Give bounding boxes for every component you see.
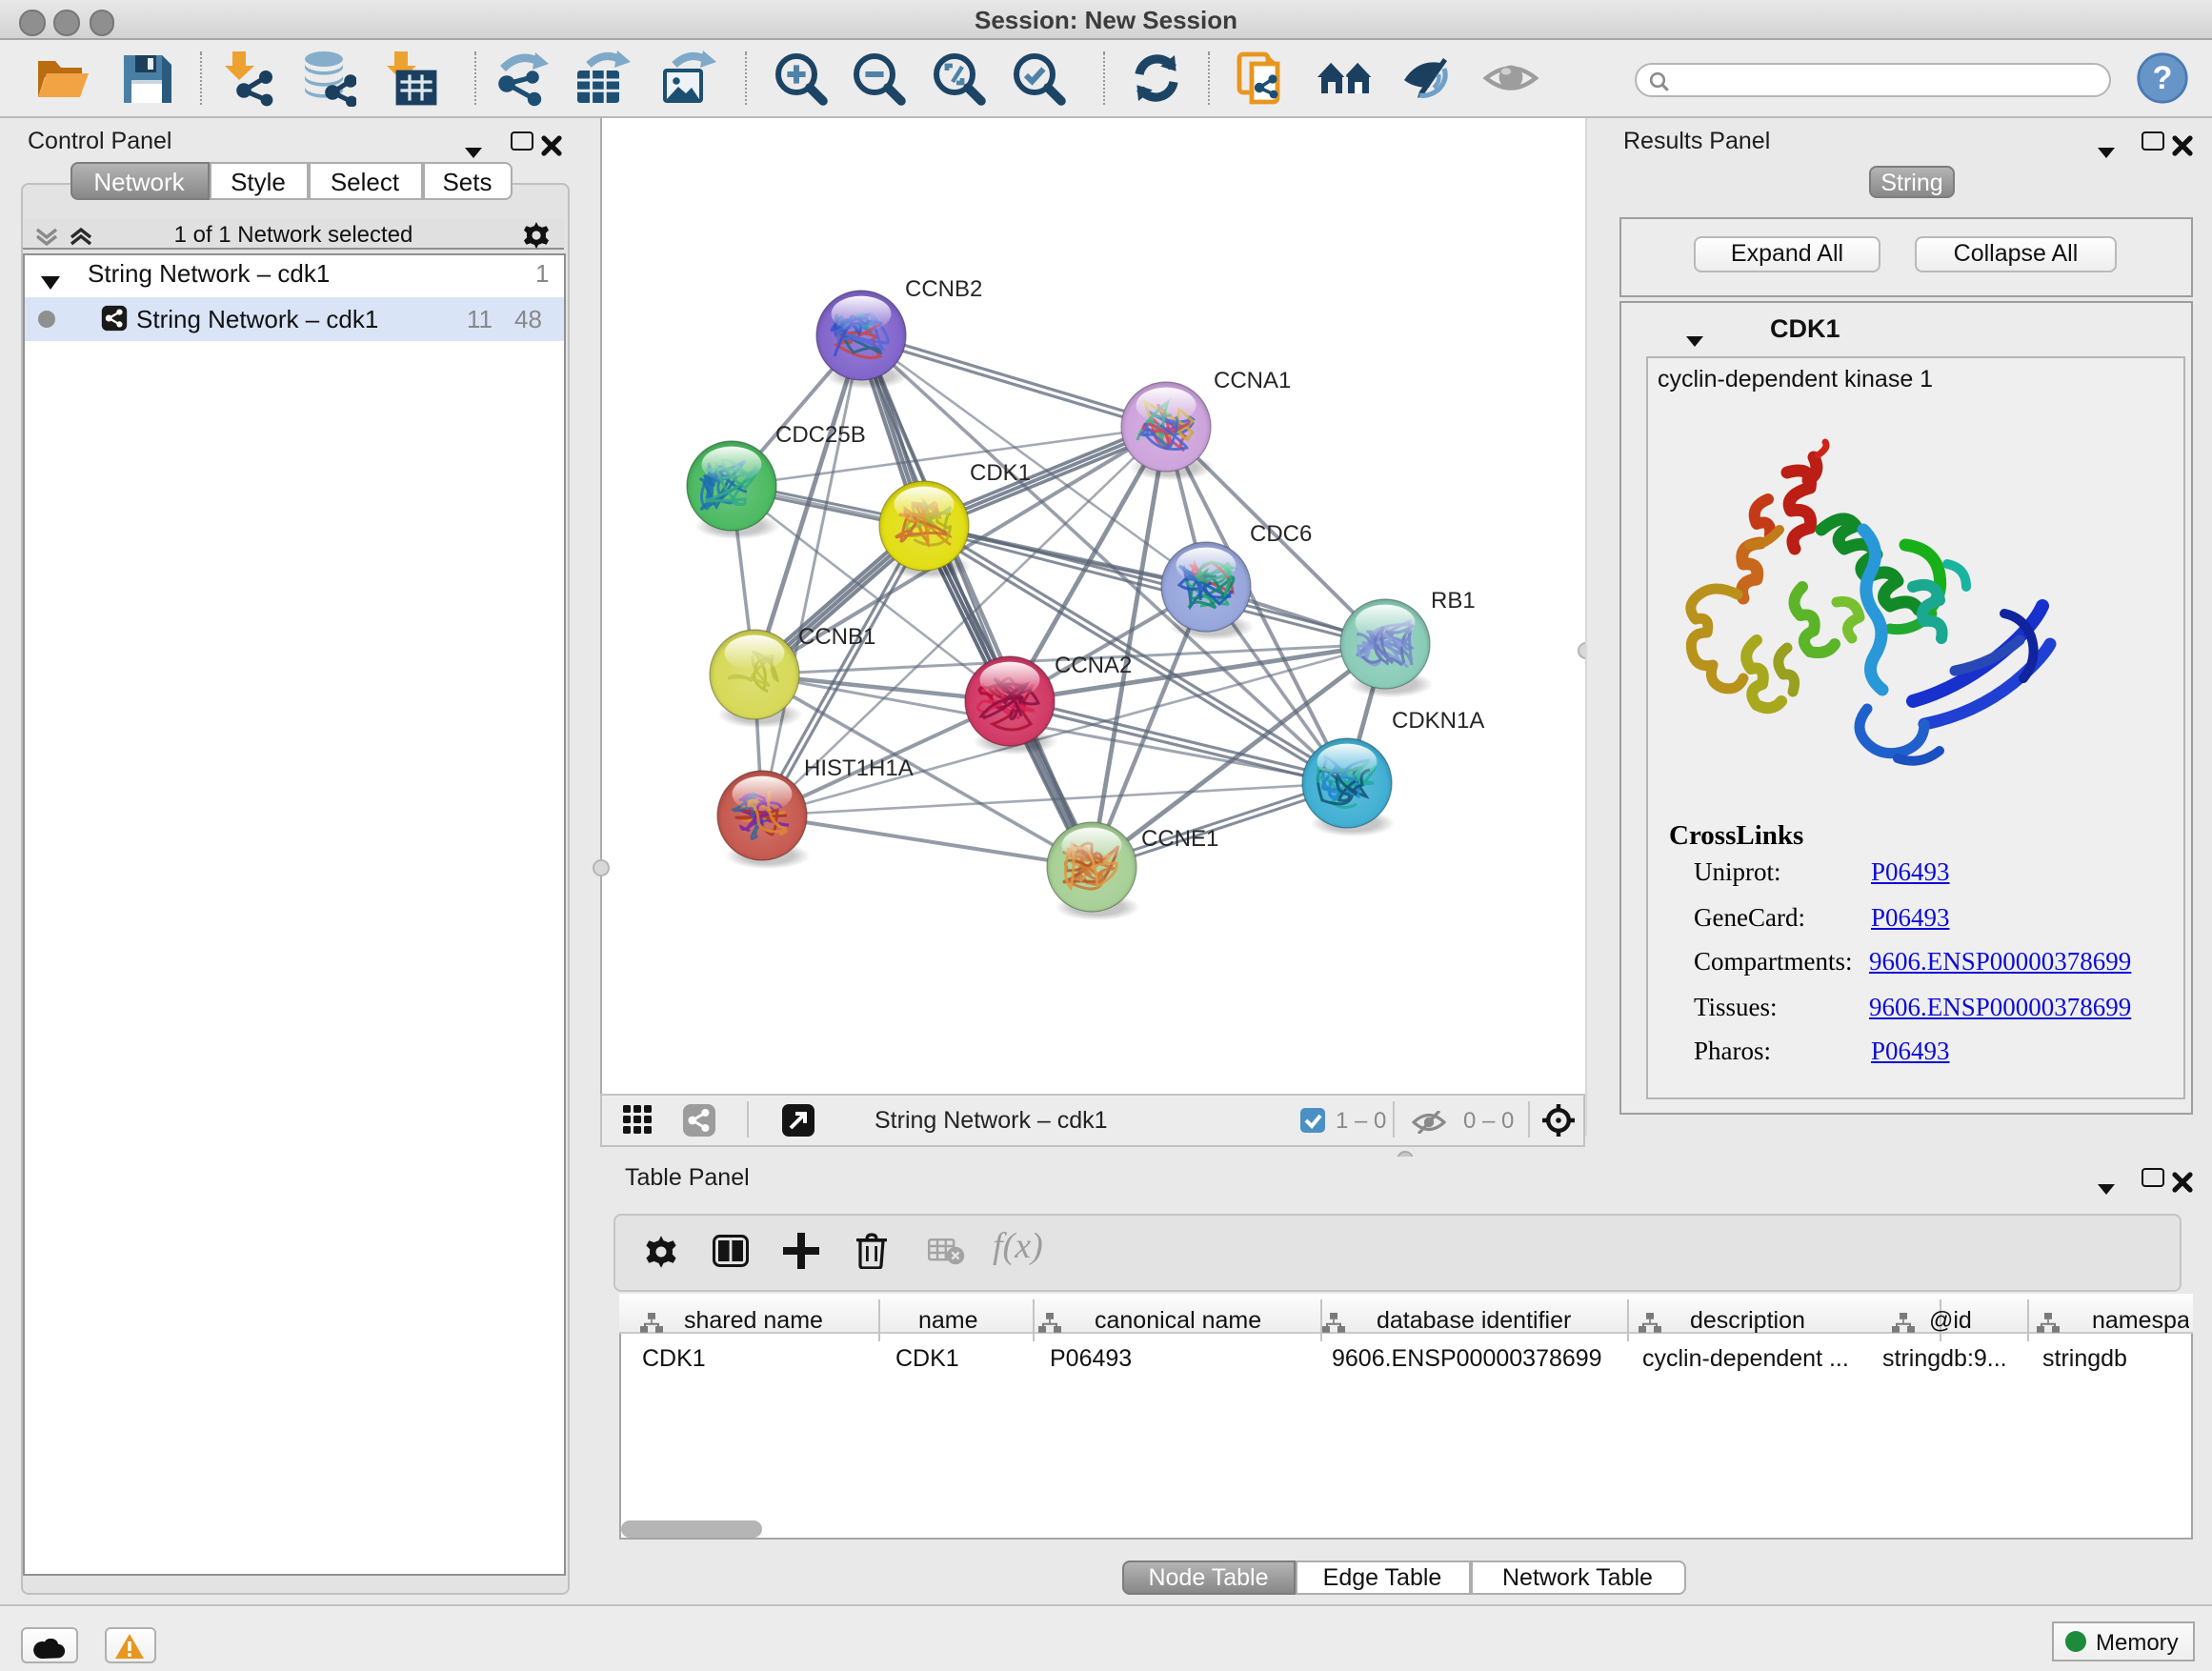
svg-text:CDKN1A: CDKN1A [1392,708,1484,734]
svg-text:CCNE1: CCNE1 [1141,826,1218,852]
svg-text:RB1: RB1 [1431,588,1476,614]
svg-text:CCNB2: CCNB2 [905,276,982,302]
svg-text:CCNB1: CCNB1 [798,624,875,650]
svg-text:CCNA1: CCNA1 [1214,368,1291,393]
svg-text:?: ? [2153,60,2173,96]
svg-text:CDK1: CDK1 [970,460,1031,486]
svg-text:CCNA2: CCNA2 [1055,653,1132,678]
svg-text:CDC25B: CDC25B [775,422,866,448]
svg-text:HIST1H1A: HIST1H1A [804,755,914,781]
svg-text:CDC6: CDC6 [1250,521,1312,547]
